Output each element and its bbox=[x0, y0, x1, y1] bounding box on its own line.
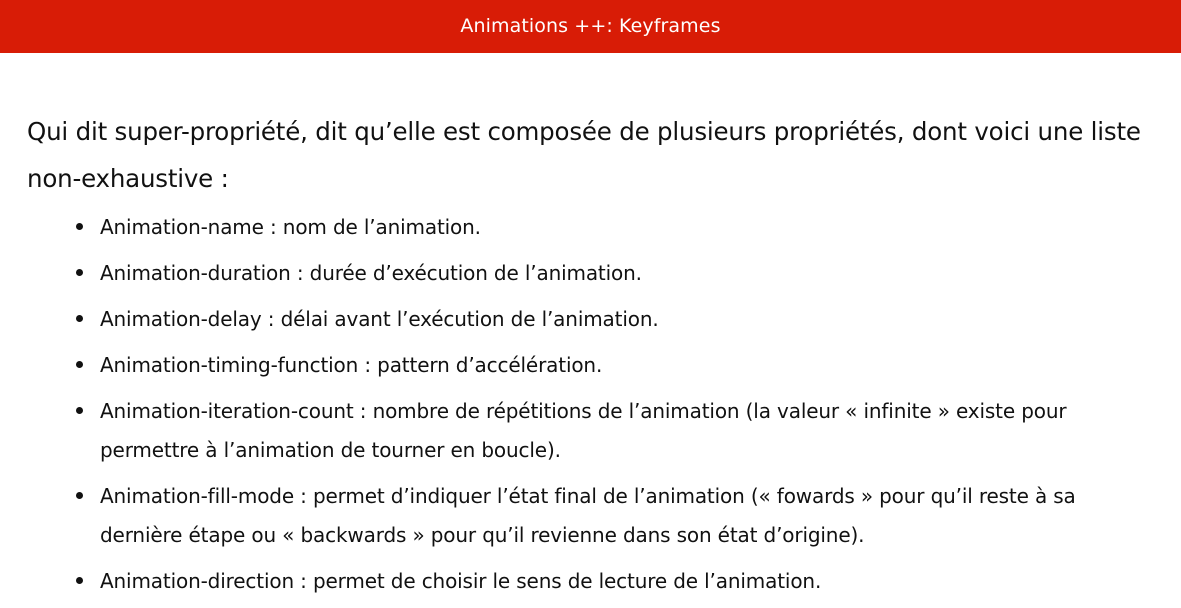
list-item-text: Animation-direction : permet de choisir … bbox=[100, 569, 822, 593]
list-item: Animation-timing-function : pattern d’ac… bbox=[76, 346, 1160, 385]
slide-header: Animations ++: Keyframes bbox=[0, 0, 1181, 53]
list-item-text: Animation-fill-mode : permet d’indiquer … bbox=[100, 484, 1076, 547]
list-item-text: Animation-delay : délai avant l’exécutio… bbox=[100, 307, 659, 331]
list-item: Animation-duration : durée d’exécution d… bbox=[76, 254, 1160, 293]
list-item: Animation-delay : délai avant l’exécutio… bbox=[76, 300, 1160, 339]
slide-title: Animations ++: Keyframes bbox=[460, 14, 721, 37]
list-item: Animation-fill-mode : permet d’indiquer … bbox=[76, 477, 1160, 555]
bullet-icon bbox=[76, 269, 83, 276]
bullet-icon bbox=[76, 492, 83, 499]
bullet-icon bbox=[76, 315, 83, 322]
list-item: Animation-name : nom de l’animation. bbox=[76, 208, 1160, 247]
list-item-text: Animation-iteration-count : nombre de ré… bbox=[100, 399, 1067, 462]
bullet-icon bbox=[76, 223, 83, 230]
property-list: Animation-name : nom de l’animation. Ani… bbox=[76, 208, 1160, 608]
bullet-icon bbox=[76, 577, 83, 584]
intro-paragraph: Qui dit super-propriété, dit qu’elle est… bbox=[27, 117, 1141, 193]
list-item: Animation-direction : permet de choisir … bbox=[76, 562, 1160, 601]
bullet-icon bbox=[76, 407, 83, 414]
list-item: Animation-iteration-count : nombre de ré… bbox=[76, 392, 1160, 470]
list-item-text: Animation-timing-function : pattern d’ac… bbox=[100, 353, 603, 377]
list-item-text: Animation-name : nom de l’animation. bbox=[100, 215, 481, 239]
bullet-icon bbox=[76, 361, 83, 368]
list-item-text: Animation-duration : durée d’exécution d… bbox=[100, 261, 642, 285]
